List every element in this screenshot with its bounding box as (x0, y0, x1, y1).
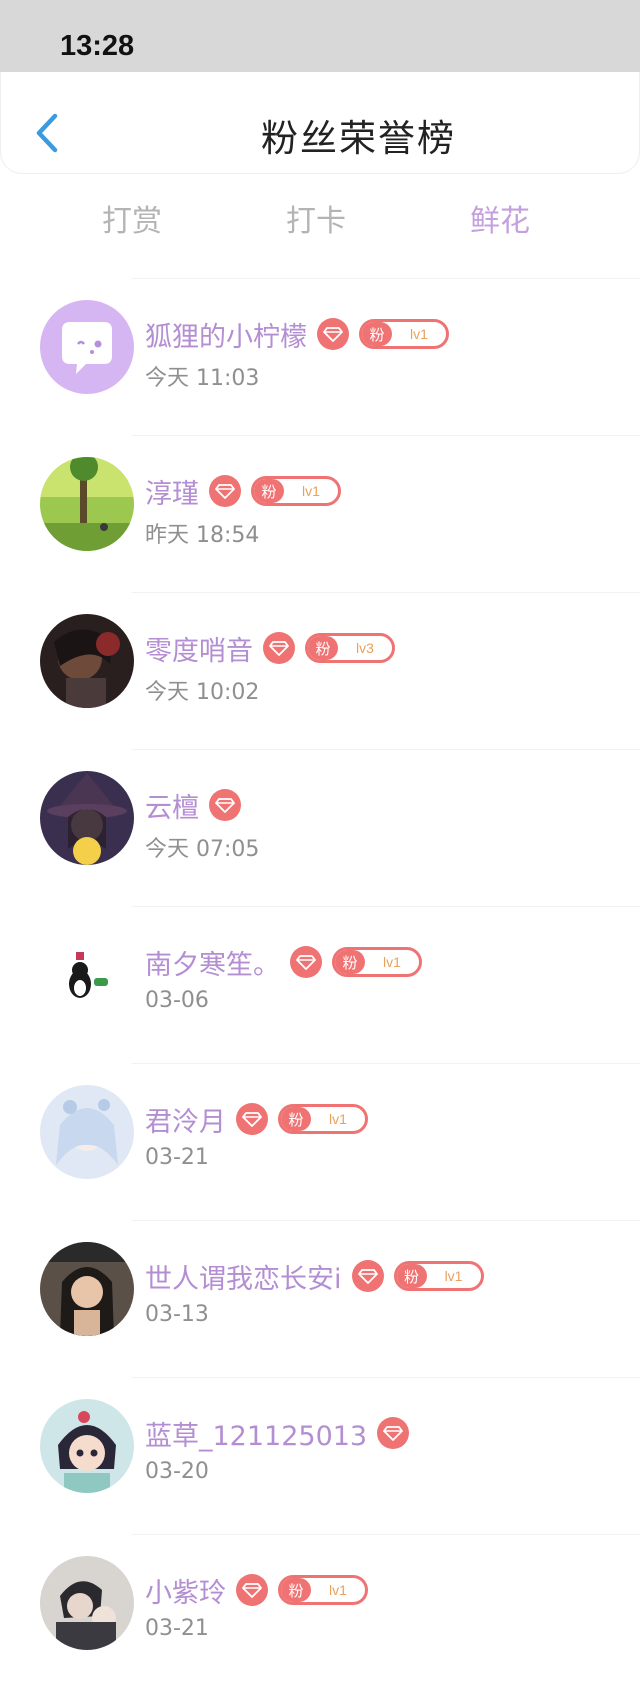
list-item[interactable]: 云檀 今天 07:05 (0, 749, 640, 906)
divider (132, 1220, 640, 1221)
fan-name: 君泠月 (145, 1106, 226, 1138)
fan-badge-label: 粉 (396, 1264, 427, 1288)
list-item[interactable]: 蓝草_121125013 03-20 (0, 1377, 640, 1534)
fan-badge-label: 粉 (335, 950, 365, 974)
avatar[interactable] (40, 1556, 134, 1650)
divider (132, 749, 640, 750)
diamond-icon (209, 789, 241, 821)
fan-level-badge: 粉 lv1 (278, 1575, 368, 1605)
fan-level-badge: 粉 lv1 (278, 1104, 368, 1134)
fan-badge-label: 粉 (281, 1578, 311, 1602)
fan-name: 南夕寒笙。 (145, 949, 280, 981)
avatar[interactable] (40, 771, 134, 865)
fan-level-badge: 粉 lv1 (393, 1261, 484, 1291)
status-bar: 13:28 (0, 0, 640, 72)
timestamp: 昨天 18:54 (145, 523, 260, 548)
list-item[interactable]: 君泠月 粉 lv1 03-21 (0, 1063, 640, 1220)
avatar[interactable] (40, 457, 134, 551)
fan-level-badge: 粉 lv3 (305, 633, 395, 663)
timestamp: 03-13 (145, 1302, 209, 1327)
list-item[interactable]: 狐狸的小柠檬 粉 lv1 今天 11:03 (0, 278, 640, 435)
fan-name: 淳瑾 (145, 478, 199, 510)
fan-level: lv1 (383, 954, 401, 970)
divider (132, 592, 640, 593)
fan-name: 云檀 (145, 792, 199, 824)
chevron-left-icon (36, 113, 58, 153)
status-time: 13:28 (60, 30, 135, 62)
avatar[interactable] (40, 1085, 134, 1179)
nav-bar: 粉丝荣誉榜 (0, 72, 640, 174)
list-item[interactable]: 南夕寒笙。 粉 lv1 03-06 (0, 906, 640, 1063)
timestamp: 03-21 (145, 1145, 209, 1170)
list-item[interactable]: 淳瑾 粉 lv1 昨天 18:54 (0, 435, 640, 592)
avatar[interactable] (40, 614, 134, 708)
timestamp: 今天 10:02 (145, 680, 260, 705)
fan-badge-label: 粉 (281, 1107, 311, 1131)
divider (132, 1063, 640, 1064)
timestamp: 03-21 (145, 1616, 209, 1641)
fan-level: lv1 (329, 1582, 347, 1598)
diamond-icon (209, 475, 241, 507)
diamond-icon (236, 1103, 268, 1135)
diamond-icon (263, 632, 295, 664)
diamond-icon (290, 946, 322, 978)
divider (132, 906, 640, 907)
divider (132, 435, 640, 436)
timestamp: 今天 11:03 (145, 366, 260, 391)
fan-list: 狐狸的小柠檬 粉 lv1 今天 11:03 淳瑾 粉 lv1 昨天 18:54 … (0, 278, 640, 1691)
fan-level: lv1 (444, 1268, 463, 1284)
timestamp: 今天 07:05 (145, 837, 260, 862)
avatar[interactable] (40, 1242, 134, 1336)
fan-level-badge: 粉 lv1 (332, 947, 422, 977)
tab-daka[interactable]: 打卡 (286, 196, 346, 240)
timestamp: 03-06 (145, 988, 209, 1013)
fan-name: 零度哨音 (145, 635, 253, 667)
fan-level: lv1 (302, 483, 320, 499)
fan-level: lv1 (329, 1111, 347, 1127)
fan-name: 狐狸的小柠檬 (145, 321, 307, 353)
divider (132, 278, 640, 279)
fan-level: lv3 (356, 640, 374, 656)
divider (132, 1377, 640, 1378)
list-item[interactable]: 小紫玲 粉 lv1 03-21 (0, 1534, 640, 1691)
diamond-icon (377, 1417, 410, 1449)
divider (132, 1534, 640, 1535)
diamond-icon (317, 318, 349, 350)
diamond-icon (351, 1260, 384, 1292)
diamond-icon (236, 1574, 268, 1606)
list-item[interactable]: 零度哨音 粉 lv3 今天 10:02 (0, 592, 640, 749)
list-item[interactable]: 世人谓我恋长安i 粉 lv1 03-13 (0, 1220, 640, 1377)
fan-badge-label: 粉 (362, 322, 392, 346)
fan-badge-label: 粉 (308, 636, 338, 660)
fan-level-badge: 粉 lv1 (251, 476, 341, 506)
back-button[interactable] (29, 110, 65, 156)
tab-xianhua[interactable]: 鲜花 (470, 196, 530, 240)
fan-name: 小紫玲 (145, 1577, 226, 1609)
avatar[interactable] (40, 300, 134, 394)
avatar[interactable] (40, 1399, 134, 1493)
fan-name: 蓝草_121125013 (145, 1420, 368, 1452)
fan-level-badge: 粉 lv1 (359, 319, 449, 349)
tab-dashang[interactable]: 打赏 (102, 196, 162, 240)
timestamp: 03-20 (145, 1459, 209, 1484)
fan-name: 世人谓我恋长安i (145, 1263, 342, 1295)
fan-level: lv1 (410, 326, 428, 342)
tab-bar: 打赏 打卡 鲜花 (0, 178, 640, 258)
fan-badge-label: 粉 (254, 479, 284, 503)
avatar[interactable] (40, 928, 134, 1022)
page-title: 粉丝荣誉榜 (261, 117, 456, 160)
